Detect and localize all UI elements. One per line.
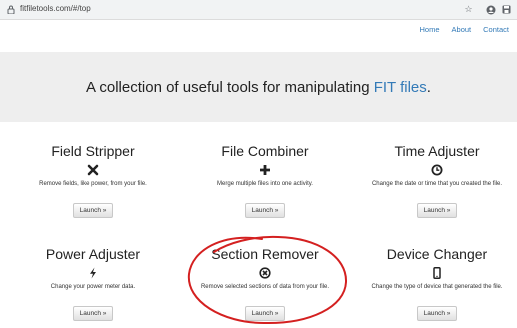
tool-field-stripper: Field Stripper Remove fields, like power…	[7, 143, 179, 218]
tool-title: Time Adjuster	[394, 143, 480, 159]
tool-description: Remove selected sections of data from yo…	[200, 284, 330, 290]
tool-description: Change the type of device that generated…	[371, 284, 503, 290]
profile-icon[interactable]	[485, 4, 496, 15]
tool-description: Remove fields, like power, from your fil…	[39, 181, 147, 187]
nav-home-link[interactable]: Home	[420, 25, 440, 34]
launch-button[interactable]: Launch »	[72, 203, 114, 218]
tool-device-changer: Device Changer Change the type of device…	[351, 246, 517, 321]
hero-title: A collection of useful tools for manipul…	[86, 79, 431, 96]
nav-contact-link[interactable]: Contact	[483, 25, 509, 34]
lock-icon[interactable]	[7, 5, 15, 14]
tool-title: Device Changer	[386, 246, 488, 262]
launch-button[interactable]: Launch »	[416, 306, 458, 321]
tool-section-remover: Section Remover Remove selected sections…	[179, 246, 351, 321]
tool-description: Change the date or time that you created…	[371, 181, 503, 187]
phone-icon	[433, 267, 441, 279]
top-nav: Home About Contact	[420, 25, 509, 34]
hero-banner: A collection of useful tools for manipul…	[0, 52, 517, 122]
x-icon	[87, 164, 99, 176]
hero-text: A collection of useful tools for manipul…	[86, 78, 374, 96]
browser-address-bar: fitfiletools.com/#/top ☆	[0, 0, 517, 20]
circle-x-icon	[259, 267, 271, 279]
launch-button[interactable]: Launch »	[416, 203, 458, 218]
tool-title: Section Remover	[211, 246, 319, 262]
tool-title: File Combiner	[221, 143, 309, 159]
save-page-icon[interactable]	[501, 4, 512, 15]
clock-icon	[431, 164, 443, 176]
plus-icon	[260, 165, 270, 175]
tool-time-adjuster: Time Adjuster Change the date or time th…	[351, 143, 517, 218]
tool-file-combiner: File Combiner Merge multiple files into …	[179, 143, 351, 218]
hero-period: .	[426, 78, 431, 96]
tool-title: Power Adjuster	[45, 246, 141, 262]
tool-description: Merge multiple files into one activity.	[217, 181, 313, 187]
launch-button[interactable]: Launch »	[244, 203, 286, 218]
launch-button[interactable]: Launch »	[244, 306, 286, 321]
url-field[interactable]: fitfiletools.com/#/top	[20, 4, 91, 13]
tool-power-adjuster: Power Adjuster Change your power meter d…	[7, 246, 179, 321]
bookmark-star-icon[interactable]: ☆	[463, 4, 474, 15]
launch-button[interactable]: Launch »	[72, 306, 114, 321]
nav-about-link[interactable]: About	[452, 25, 472, 34]
tool-title: Field Stripper	[51, 143, 135, 159]
fit-files-link[interactable]: FIT files	[374, 79, 427, 96]
tool-description: Change your power meter data.	[50, 284, 136, 290]
lightning-icon	[90, 267, 96, 279]
